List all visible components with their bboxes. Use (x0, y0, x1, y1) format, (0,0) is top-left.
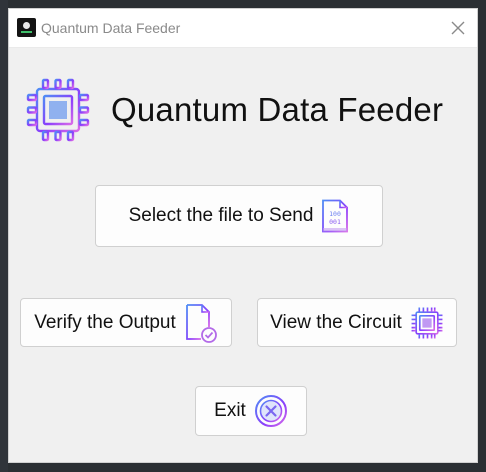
background-text-fragment (0, 108, 5, 122)
close-circle-icon (254, 395, 287, 427)
close-icon (451, 21, 465, 35)
app-logo-icon (17, 18, 36, 37)
view-circuit-label: View the Circuit (270, 311, 402, 333)
svg-text:001: 001 (330, 218, 342, 226)
window-close-button[interactable] (443, 13, 473, 43)
app-header: Quantum Data Feeder (25, 77, 443, 143)
select-file-label: Select the file to Send (128, 205, 314, 226)
exit-label: Exit (214, 400, 246, 421)
verify-output-button[interactable]: Verify the Output (20, 298, 232, 347)
chip-icon (26, 78, 90, 142)
app-window: Quantum Data Feeder Quantum Data Feeder … (8, 8, 478, 463)
exit-button[interactable]: Exit (195, 386, 307, 436)
binary-file-icon: 100 001 (322, 199, 349, 233)
view-circuit-button[interactable]: View the Circuit (257, 298, 457, 347)
verify-output-label: Verify the Output (34, 311, 176, 333)
chip-icon (411, 307, 443, 338)
desktop-background (0, 0, 8, 472)
page-title: Quantum Data Feeder (111, 91, 444, 128)
window-title: Quantum Data Feeder (41, 20, 181, 36)
title-bar[interactable]: Quantum Data Feeder (9, 9, 477, 48)
select-file-button[interactable]: Select the file to Send 100 001 (95, 185, 383, 247)
document-check-icon (185, 303, 217, 343)
svg-text:100: 100 (330, 210, 342, 218)
